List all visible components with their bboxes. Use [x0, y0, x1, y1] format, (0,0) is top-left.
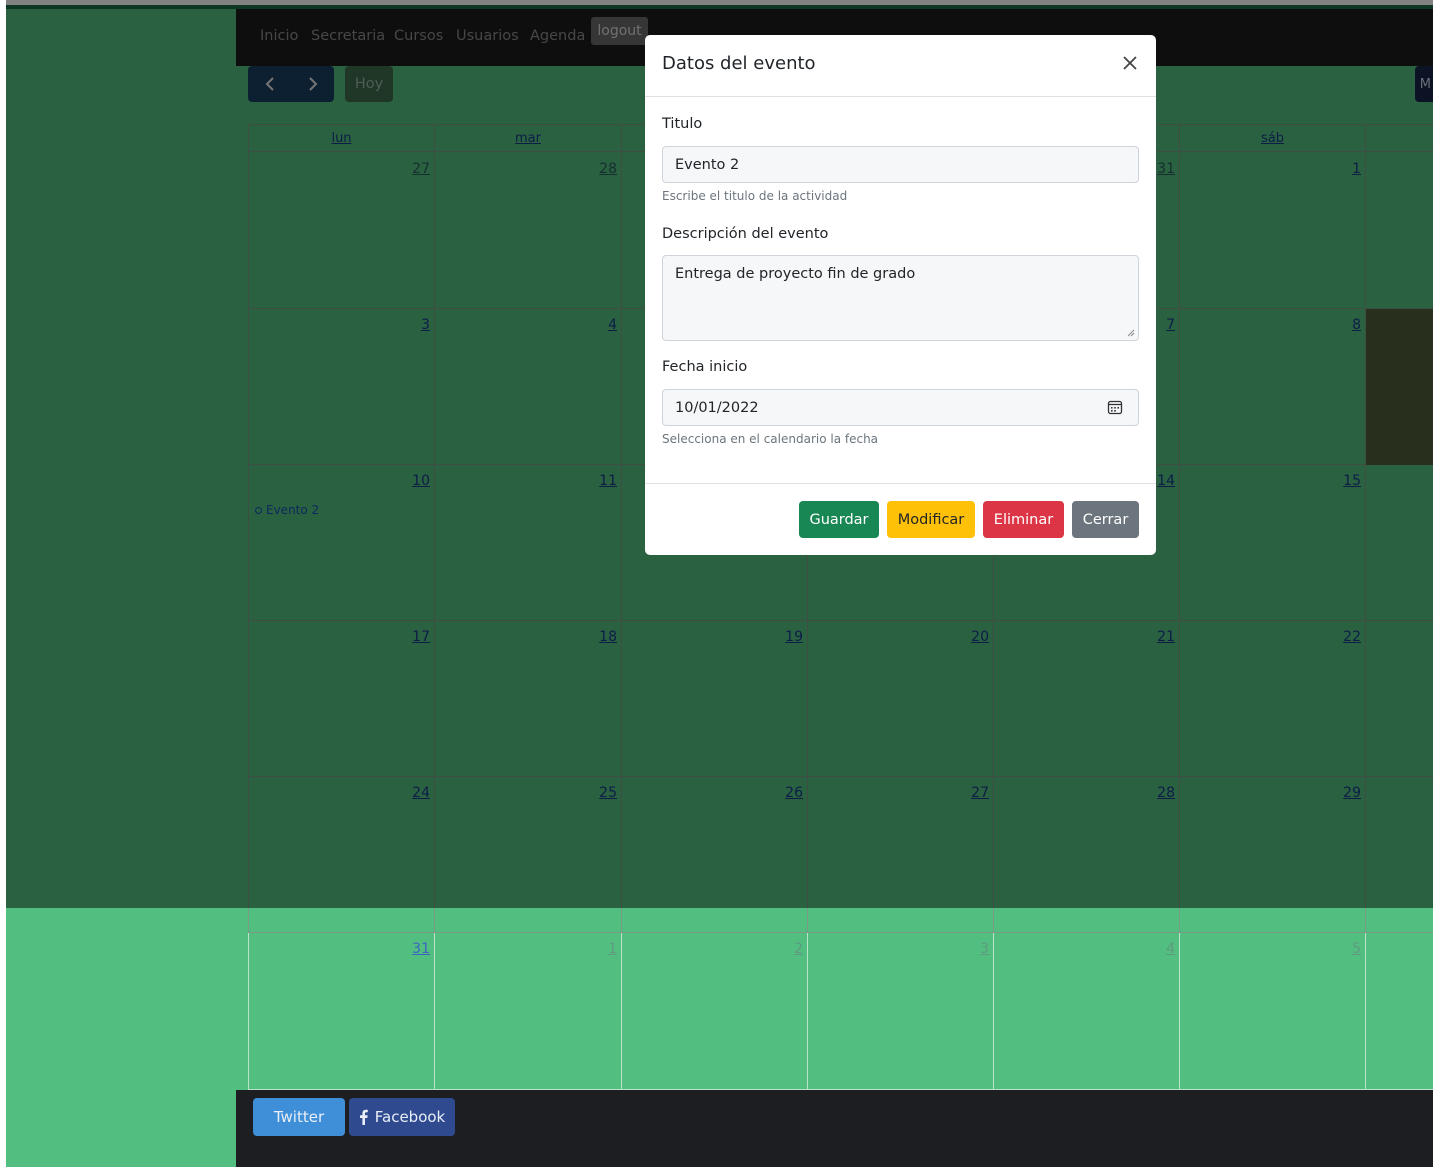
modal-header: Datos del evento [645, 35, 1156, 97]
close-modal-button[interactable] [1120, 53, 1140, 73]
day-cell[interactable]: 31 [248, 933, 435, 1090]
descripcion-label: Descripción del evento [662, 226, 829, 242]
day-number[interactable]: 5 [1352, 941, 1361, 957]
facebook-button[interactable]: Facebook [349, 1098, 455, 1136]
day-number[interactable]: 4 [1166, 941, 1175, 957]
page-left-edge [0, 0, 6, 908]
fecha-help: Selecciona en el calendario la fecha [662, 432, 879, 446]
day-number[interactable]: 1 [608, 941, 617, 957]
twitter-button[interactable]: Twitter [253, 1098, 345, 1136]
titulo-label: Titulo [662, 116, 703, 132]
event-modal: Datos del evento Titulo Evento 2 Escribe… [645, 35, 1156, 555]
day-cell[interactable]: 4 [994, 933, 1180, 1090]
fecha-input[interactable]: 10/01/2022 [662, 389, 1139, 426]
save-button[interactable]: Guardar [799, 501, 879, 538]
day-cell[interactable]: 5 [1180, 933, 1366, 1090]
descripcion-textarea[interactable]: Entrega de proyecto fin de grado [662, 255, 1139, 341]
resize-handle-icon[interactable] [1127, 329, 1135, 337]
fecha-label: Fecha inicio [662, 359, 748, 375]
modal-title: Datos del evento [662, 53, 816, 74]
close-icon [1123, 56, 1137, 70]
day-number[interactable]: 3 [980, 941, 989, 957]
descripcion-value: Entrega de proyecto fin de grado [675, 266, 916, 282]
day-number[interactable]: 2 [794, 941, 803, 957]
calendar-icon[interactable] [1107, 399, 1123, 415]
footer: Twitter Facebook [236, 1090, 1433, 1167]
day-cell[interactable]: 2 [622, 933, 808, 1090]
titulo-help: Escribe el titulo de la actividad [662, 189, 848, 203]
facebook-icon [359, 1109, 368, 1125]
titulo-input[interactable]: Evento 2 [662, 146, 1139, 183]
edit-button[interactable]: Modificar [887, 501, 975, 538]
day-cell[interactable]: 1 [435, 933, 622, 1090]
delete-button[interactable]: Eliminar [983, 501, 1064, 538]
modal-footer: Guardar Modificar Eliminar Cerrar [645, 483, 1156, 555]
twitter-label: Twitter [273, 1108, 325, 1126]
close-button[interactable]: Cerrar [1072, 501, 1139, 538]
day-cell[interactable] [1366, 933, 1433, 1090]
day-cell[interactable]: 3 [808, 933, 994, 1090]
day-number[interactable]: 31 [412, 941, 430, 957]
fecha-value: 10/01/2022 [675, 399, 759, 416]
facebook-label: Facebook [374, 1108, 446, 1126]
